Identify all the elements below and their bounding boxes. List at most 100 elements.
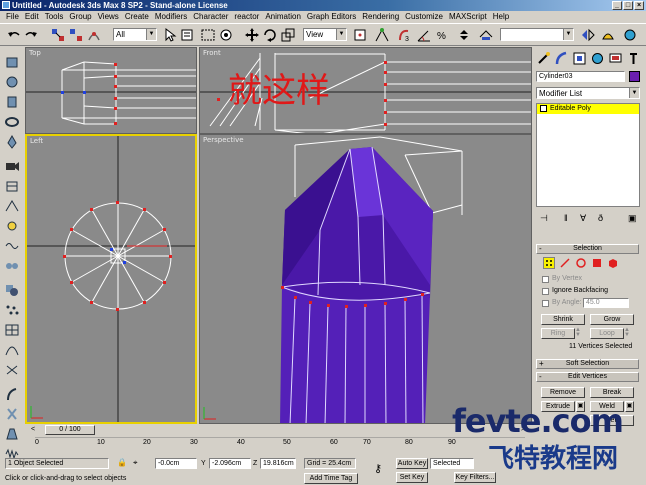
rectangular-selection-icon[interactable] [200,27,216,43]
make-unique-icon[interactable]: ∀ [580,213,586,224]
edge-mode-icon[interactable] [559,257,571,269]
menu-group[interactable]: Group [66,11,94,23]
expand-toggle-icon[interactable] [540,104,547,112]
quick-render-icon[interactable] [622,27,638,43]
bind-spacewarp-icon[interactable] [86,27,102,43]
reference-coord-dropdown[interactable]: View ▼ [303,28,347,41]
selection-filter-dropdown[interactable]: All ▼ [113,28,157,41]
loop-button[interactable]: Loop [590,328,624,339]
render-icon[interactable] [600,27,616,43]
ring-spinner-icon[interactable]: ▲ ▼ [575,327,582,339]
dynamics-icon[interactable] [4,363,20,377]
create-box-icon[interactable] [4,55,20,69]
percent-snap-icon[interactable]: % [436,27,452,43]
create-bone-icon[interactable] [4,135,20,149]
close-button[interactable]: × [634,1,644,10]
add-time-tag-button[interactable]: Add Time Tag [304,473,358,484]
create-torus-icon[interactable] [4,115,20,129]
create-spacewarp-icon[interactable] [4,239,20,253]
create-light-icon[interactable] [4,219,20,233]
pivot-center-icon[interactable] [352,27,368,43]
named-selection-icon[interactable] [478,27,494,43]
menu-help[interactable]: Help [490,11,512,23]
select-manipulate-icon[interactable] [374,27,390,43]
menu-character[interactable]: Character [190,11,231,23]
angle-snap-icon[interactable] [416,27,432,43]
loop-spinner-icon[interactable]: ▲ ▼ [624,327,631,339]
ignore-backfacing-checkbox[interactable] [542,288,549,295]
window-crossing-icon[interactable] [218,27,234,43]
stack-item-editable-poly[interactable]: Editable Poly [537,104,639,114]
menu-graph-editors[interactable]: Graph Editors [304,11,359,23]
viewport-left[interactable]: Left [25,134,197,424]
absolute-mode-icon[interactable]: ⌖ [133,458,138,468]
nurbs-icon[interactable] [4,343,20,357]
menu-reactor[interactable]: reactor [231,11,262,23]
menu-rendering[interactable]: Rendering [359,11,402,23]
shrink-button[interactable]: Shrink [541,314,585,325]
configure-sets-icon[interactable]: ▣ [628,213,637,224]
named-selection-sets-dropdown[interactable]: ▼ [500,28,574,41]
grow-button[interactable]: Grow [590,314,634,325]
mirror-icon[interactable] [580,27,596,43]
auto-key-button[interactable]: Auto Key [396,458,428,469]
polygon-mode-icon[interactable] [591,257,603,269]
by-angle-checkbox[interactable] [542,300,549,307]
utilities-tab-icon[interactable] [626,51,641,66]
viewport-front[interactable]: Front 就这样 [199,47,532,134]
element-mode-icon[interactable] [607,257,619,269]
menu-animation[interactable]: Animation [262,11,304,23]
snap-toggle-icon[interactable]: 3 [396,27,412,43]
spinner-snap-icon[interactable] [456,27,472,43]
soft-selection-rollout-header[interactable]: + Soft Selection [536,359,639,369]
motion-tab-icon[interactable] [590,51,605,66]
menu-views[interactable]: Views [95,11,122,23]
rotate-icon[interactable] [262,27,278,43]
object-color-swatch[interactable] [629,71,640,82]
edit-vertices-rollout-header[interactable]: - Edit Vertices [536,372,639,382]
key-mode-dropdown[interactable]: Selected [430,458,474,469]
modifier-list-dropdown[interactable]: Modifier List ▼ [536,87,640,99]
unlink-icon[interactable] [68,27,84,43]
ring-button[interactable]: Ring [541,328,575,339]
particle-system-icon[interactable] [4,303,20,317]
create-system-icon[interactable] [4,259,20,273]
weld-settings-icon[interactable]: ▣ [625,401,634,412]
select-by-name-icon[interactable] [180,27,196,43]
menu-edit[interactable]: Edit [22,11,42,23]
lock-selection-icon[interactable]: 🔒 [117,458,127,467]
select-link-icon[interactable] [50,27,66,43]
z-coordinate-field[interactable]: 19.816cm [260,458,296,469]
x-coordinate-field[interactable]: -0.0cm [155,458,197,469]
remove-modifier-icon[interactable]: ð [598,213,603,223]
modify-tab-icon[interactable] [554,51,569,66]
create-tab-icon[interactable] [536,51,551,66]
move-icon[interactable] [244,27,260,43]
patch-grid-icon[interactable] [4,323,20,337]
minimize-button[interactable]: _ [612,1,622,10]
hierarchy-tab-icon[interactable] [572,51,587,66]
pin-stack-icon[interactable]: ⊣ [540,213,548,224]
viewport-top[interactable]: Top [25,47,197,134]
menu-customize[interactable]: Customize [402,11,446,23]
selection-rollout-header[interactable]: - Selection [536,244,639,254]
menu-modifiers[interactable]: Modifiers [152,11,190,23]
modifier-taper-icon[interactable] [4,427,20,441]
key-icon[interactable]: ⚷ [374,462,382,475]
modifier-bend-icon[interactable] [4,387,20,401]
compound-object-icon[interactable] [4,283,20,297]
border-mode-icon[interactable] [575,257,587,269]
viewport-perspective[interactable]: Perspective [199,134,532,424]
break-button[interactable]: Break [590,387,634,398]
y-coordinate-field[interactable]: -2.096cm [209,458,251,469]
menu-tools[interactable]: Tools [42,11,67,23]
create-shape-icon[interactable] [4,199,20,213]
undo-icon[interactable] [6,27,22,43]
create-helper-icon[interactable] [4,179,20,193]
show-end-result-icon[interactable]: ‖ [564,213,568,223]
maximize-button[interactable]: □ [623,1,633,10]
vertex-mode-icon[interactable] [543,257,555,269]
scale-icon[interactable] [280,27,296,43]
modifier-twist-icon[interactable] [4,407,20,421]
object-name-field[interactable]: Cylinder03 [536,71,625,82]
